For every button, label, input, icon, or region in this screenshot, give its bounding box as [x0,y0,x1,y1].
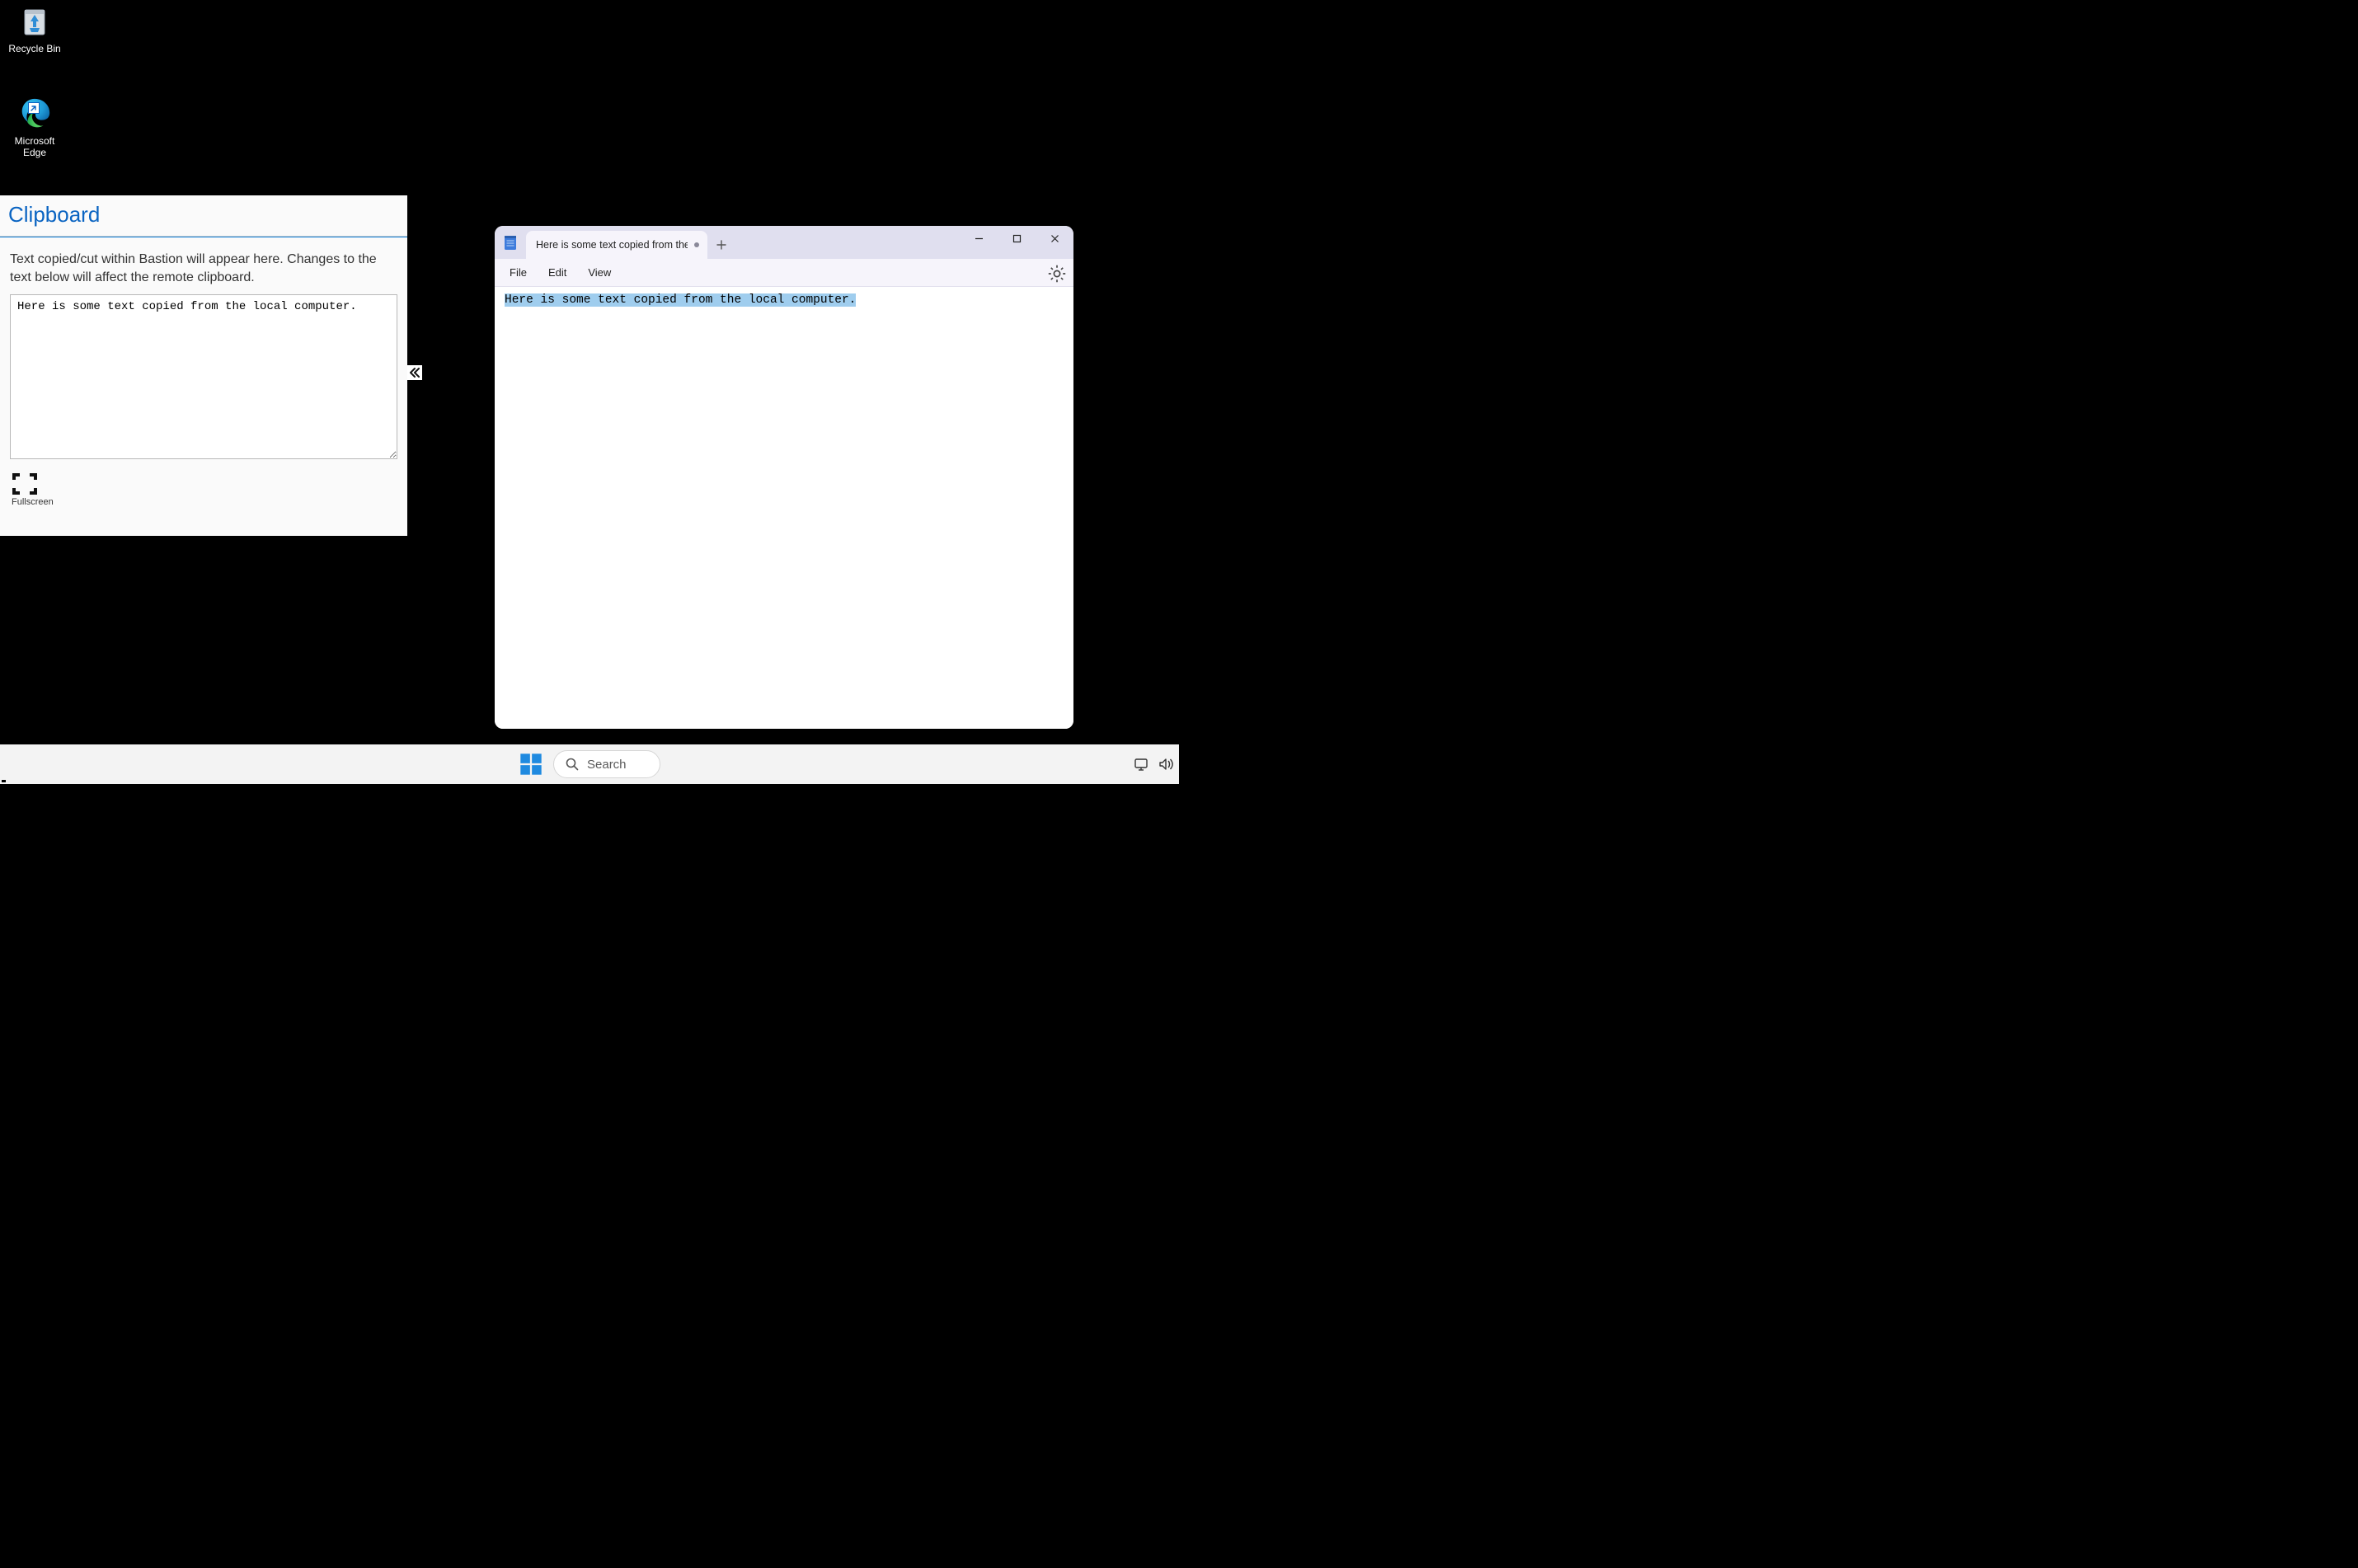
fullscreen-button[interactable]: Fullscreen [12,472,54,507]
chevron-double-left-icon [409,367,420,378]
recycle-bin-icon [16,3,53,40]
maximize-button[interactable] [998,226,1036,251]
panel-title: Clipboard [0,195,407,236]
selected-text: Here is some text copied from the local … [505,293,856,307]
plus-icon [716,240,726,250]
edge-icon [16,96,53,132]
collapse-panel-button[interactable] [407,365,422,380]
desktop-icon-recycle-bin[interactable]: Recycle Bin [3,3,66,54]
panel-description: Text copied/cut within Bastion will appe… [0,237,407,294]
notepad-tab-title: Here is some text copied from the l [536,239,688,251]
notepad-menubar: File Edit View [495,259,1073,287]
system-tray [1133,756,1174,772]
menu-view[interactable]: View [580,263,619,282]
fullscreen-label: Fullscreen [12,497,54,507]
volume-icon[interactable] [1158,756,1174,772]
maximize-icon [1012,234,1022,243]
taskbar: Search [0,744,1179,784]
start-button[interactable] [519,752,543,777]
notepad-titlebar[interactable]: Here is some text copied from the l [495,226,1073,259]
minimize-button[interactable] [960,226,998,251]
notepad-window: Here is some text copied from the l File… [495,226,1073,729]
gear-icon [1047,264,1067,284]
menu-edit[interactable]: Edit [540,263,575,282]
desktop-icon-label: Recycle Bin [3,43,66,54]
shortcut-arrow-icon [28,102,40,114]
settings-button[interactable] [1047,264,1067,284]
notepad-app-icon [495,226,526,259]
new-tab-button[interactable] [707,231,735,259]
clipboard-textarea[interactable] [10,294,397,459]
desktop-icon-label: Microsoft Edge [3,135,66,159]
windows-logo-icon [519,752,543,777]
search-icon [566,758,579,771]
close-icon [1050,234,1059,243]
corner-marker [2,780,6,782]
desktop-icon-edge[interactable]: Microsoft Edge [3,96,66,159]
bastion-clipboard-panel: Clipboard Text copied/cut within Bastion… [0,195,407,536]
unsaved-dot-icon [694,242,699,247]
fullscreen-icon [12,472,38,495]
minimize-icon [975,234,984,243]
search-placeholder: Search [587,758,627,772]
menu-file[interactable]: File [501,263,535,282]
taskbar-search[interactable]: Search [553,750,660,778]
notepad-tab[interactable]: Here is some text copied from the l [526,231,707,259]
network-icon[interactable] [1133,756,1149,772]
notepad-editor[interactable]: Here is some text copied from the local … [495,287,1073,729]
close-button[interactable] [1036,226,1073,251]
